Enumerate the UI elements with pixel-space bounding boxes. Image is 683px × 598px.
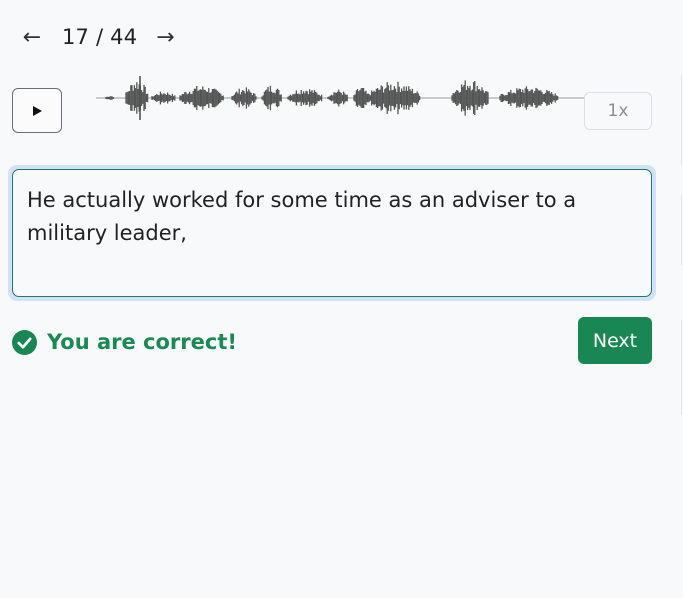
check-circle-icon xyxy=(12,329,37,355)
audio-player: 1x xyxy=(12,76,652,136)
dictation-exercise: ← 17 / 44 → 1x He actually worked for so… xyxy=(0,0,683,598)
result-feedback: You are correct! xyxy=(12,328,237,356)
sentence-navigation: ← 17 / 44 → xyxy=(20,22,177,52)
sentence-counter: 17 / 44 xyxy=(62,25,138,49)
result-message: You are correct! xyxy=(47,330,237,354)
answer-focus-ring: He actually worked for some time as an a… xyxy=(8,165,656,301)
panel-divider xyxy=(681,75,682,165)
play-button[interactable] xyxy=(12,88,62,133)
panel-divider xyxy=(681,320,682,415)
audio-waveform[interactable] xyxy=(96,74,584,134)
arrow-right-icon[interactable]: → xyxy=(153,22,177,52)
next-button[interactable]: Next xyxy=(578,317,652,364)
play-icon xyxy=(33,105,42,116)
arrow-left-icon[interactable]: ← xyxy=(20,22,44,52)
panel-divider xyxy=(681,195,682,265)
playback-speed-button[interactable]: 1x xyxy=(584,92,652,130)
answer-textarea[interactable]: He actually worked for some time as an a… xyxy=(12,169,652,297)
